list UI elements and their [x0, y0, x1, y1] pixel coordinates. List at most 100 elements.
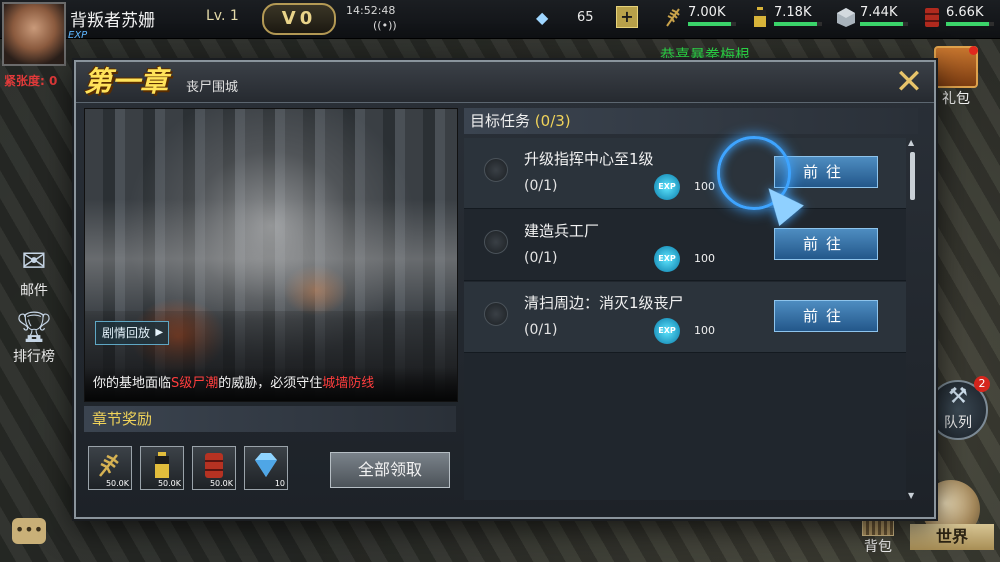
- task-status-indicator: [484, 158, 508, 182]
- reward-count: 10: [274, 479, 285, 488]
- close-button[interactable]: ✕: [892, 65, 926, 100]
- battery-icon: [754, 7, 766, 27]
- oil-barrel-icon: [205, 453, 223, 478]
- player-level: Lv. 1: [206, 8, 239, 24]
- exp-label: EXP: [68, 30, 88, 41]
- task-list: 升级指挥中心至1级 (0/1) EXP 100 前往 建造兵工厂 (0/1) E…: [464, 138, 906, 500]
- ranking-label: 排行榜: [13, 349, 55, 365]
- task-progress: (0/1): [524, 322, 558, 338]
- level-label: Lv.: [206, 8, 226, 24]
- steel-cube-icon: [837, 8, 855, 27]
- oil-value: 6.66K: [946, 5, 984, 20]
- ranking-button[interactable]: 🏆︎ 排行榜: [6, 310, 62, 366]
- diamond-icon: [255, 453, 277, 477]
- add-gems-button[interactable]: +: [616, 6, 638, 28]
- story-text-prefix: 你的基地面临: [93, 376, 172, 391]
- task-exp-reward: 100: [694, 252, 715, 265]
- oil-bar: [946, 22, 994, 26]
- player-name: 背叛者苏姗: [70, 11, 155, 31]
- task-progress: (0/1): [524, 178, 558, 194]
- chapter-dialog: 第一章 丧尸围城 ✕ 剧情回放 ▶ 你的基地面临S级尸潮的威胁，必须守住城墙防线…: [74, 60, 936, 519]
- task-exp-reward: 100: [694, 324, 715, 337]
- tasks-header: 目标任务 (0/3): [464, 108, 918, 134]
- wheat-icon: [99, 454, 119, 477]
- wheat-value: 7.00K: [688, 5, 726, 20]
- wifi-icon: ((•)): [373, 19, 397, 32]
- task-go-button[interactable]: 前往: [774, 300, 878, 332]
- story-highlight-threat: S级尸潮: [171, 376, 219, 391]
- story-replay-button[interactable]: 剧情回放 ▶: [95, 321, 170, 345]
- replay-label: 剧情回放: [102, 326, 151, 340]
- close-icon: ✕: [894, 62, 924, 102]
- queue-label: 队列: [944, 415, 972, 431]
- task-status-indicator: [484, 230, 508, 254]
- story-highlight-defense: 城墙防线: [322, 376, 375, 391]
- task-row: 清扫周边：消灭1级丧尸 (0/1) EXP 100 前往: [464, 282, 906, 353]
- task-progress: (0/1): [524, 250, 558, 266]
- task-title: 清扫周边：消灭1级丧尸: [524, 294, 684, 312]
- claim-all-button[interactable]: 全部领取: [330, 452, 450, 488]
- story-illustration: 剧情回放 ▶ 你的基地面临S级尸潮的威胁，必须守住城墙防线: [84, 108, 458, 402]
- gem-count: 65: [577, 10, 594, 25]
- wheat-bar: [688, 22, 736, 26]
- reward-count: 50.0K: [105, 479, 129, 488]
- reward-count: 50.0K: [209, 479, 233, 488]
- scroll-thumb[interactable]: [910, 152, 915, 200]
- task-scrollbar[interactable]: ▲ ▼: [908, 138, 918, 500]
- mail-button[interactable]: ✉ 邮件: [6, 244, 62, 300]
- scroll-down-icon[interactable]: ▼: [908, 491, 914, 500]
- gift-pack-button[interactable]: 礼包: [930, 46, 982, 116]
- chapter-title: 第一章: [84, 65, 169, 98]
- smoke-overlay: [85, 199, 457, 319]
- exp-icon: EXP: [654, 246, 680, 272]
- chat-bubble-icon: •••: [14, 520, 44, 539]
- task-go-button[interactable]: 前往: [774, 228, 878, 260]
- vip-badge[interactable]: V0: [262, 3, 336, 35]
- tasks-title: 目标任务: [470, 112, 531, 130]
- danger-level: 紧张度: 0: [4, 74, 58, 88]
- story-text-middle: 的威胁，必须守住: [218, 376, 323, 391]
- clock-time: 14:52:48: [346, 4, 396, 17]
- mail-label: 邮件: [20, 283, 48, 299]
- task-title: 升级指挥中心至1级: [524, 150, 654, 168]
- reward-item-wheat[interactable]: 50.0K: [88, 446, 132, 490]
- notification-dot: [969, 46, 978, 55]
- chapter-reward-list: 50.0K 50.0K 50.0K 10 全部领取: [84, 440, 456, 500]
- oil-barrel-icon: [925, 8, 939, 27]
- reward-item-oil[interactable]: 50.0K: [192, 446, 236, 490]
- chapter-reward-header: 章节奖励: [84, 406, 456, 432]
- envelope-icon: ✉: [21, 244, 47, 279]
- steel-bar: [860, 22, 908, 26]
- scroll-up-icon[interactable]: ▲: [908, 138, 914, 147]
- gem-icon: ◆: [536, 8, 549, 27]
- reward-item-battery[interactable]: 50.0K: [140, 446, 184, 490]
- battery-value: 7.18K: [774, 5, 812, 20]
- queue-badge: 2: [974, 376, 990, 392]
- dialog-header: 第一章 丧尸围城 ✕: [76, 62, 934, 103]
- play-icon: ▶: [155, 327, 164, 338]
- bag-label: 背包: [864, 539, 892, 555]
- task-status-indicator: [484, 302, 508, 326]
- gift-label: 礼包: [942, 91, 970, 107]
- reward-count: 50.0K: [157, 479, 181, 488]
- player-avatar[interactable]: [2, 2, 66, 66]
- task-title: 建造兵工厂: [524, 222, 600, 240]
- level-value: 1: [229, 8, 239, 24]
- exp-icon: EXP: [654, 174, 680, 200]
- chapter-subtitle: 丧尸围城: [186, 80, 239, 95]
- battery-icon: [155, 452, 169, 478]
- chat-button[interactable]: •••: [12, 518, 46, 544]
- task-row: 升级指挥中心至1级 (0/1) EXP 100 前往: [464, 138, 906, 209]
- story-description: 你的基地面临S级尸潮的威胁，必须守住城墙防线: [85, 367, 457, 401]
- tasks-count: (0/3): [534, 112, 571, 130]
- exp-icon: EXP: [654, 318, 680, 344]
- task-exp-reward: 100: [694, 180, 715, 193]
- trophy-icon: 🏆︎: [14, 310, 54, 345]
- battery-bar: [774, 22, 822, 26]
- wheat-icon: [666, 8, 680, 27]
- steel-value: 7.44K: [860, 5, 898, 20]
- reward-item-diamond[interactable]: 10: [244, 446, 288, 490]
- world-label: 世界: [910, 524, 994, 550]
- task-row: 建造兵工厂 (0/1) EXP 100 前往: [464, 210, 906, 281]
- queue-button[interactable]: ⚒ 队列 2: [928, 376, 990, 440]
